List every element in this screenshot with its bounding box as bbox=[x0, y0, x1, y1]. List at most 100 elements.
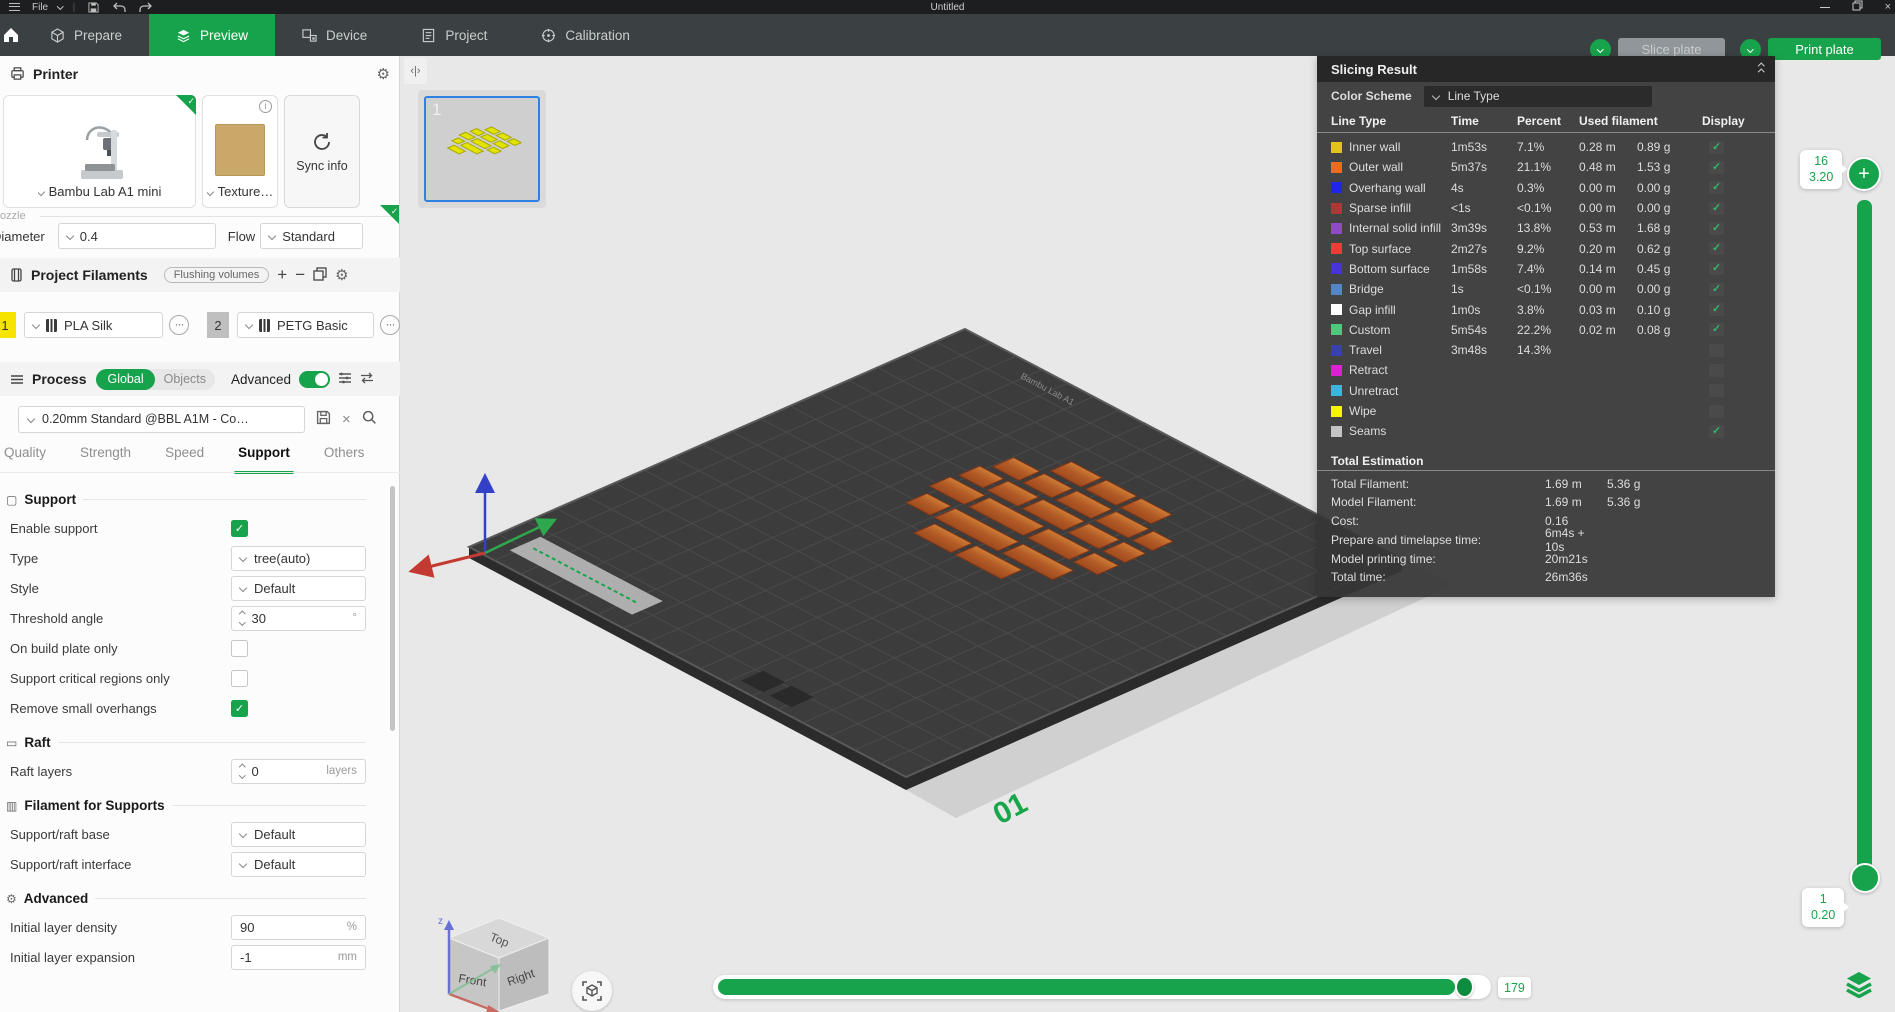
printer-select-chevron-icon[interactable] bbox=[38, 187, 45, 195]
move-slider-handle[interactable] bbox=[1455, 976, 1474, 998]
process-scope-toggle[interactable]: Global Objects bbox=[96, 369, 215, 390]
close-button[interactable]: × bbox=[1885, 1, 1891, 13]
display-checkbox[interactable]: ✓ bbox=[1709, 283, 1724, 296]
diameter-select[interactable]: 0.4 bbox=[58, 223, 216, 249]
parameter-list-icon[interactable] bbox=[338, 371, 352, 387]
home-icon[interactable] bbox=[0, 14, 23, 56]
tab-calibration[interactable]: Calibration bbox=[514, 14, 657, 56]
scope-global[interactable]: Global bbox=[96, 369, 154, 390]
clear-preset-icon[interactable]: × bbox=[342, 412, 351, 427]
tab-prepare[interactable]: Prepare bbox=[23, 14, 149, 56]
display-checkbox[interactable]: ✓ bbox=[1709, 303, 1724, 316]
settings-scrollbar[interactable] bbox=[390, 486, 395, 731]
group-raft: ▭Raft bbox=[6, 735, 366, 750]
printer-settings-gear-icon[interactable]: ⚙ bbox=[377, 65, 390, 83]
setting-row: On build plate only bbox=[10, 633, 366, 663]
display-checkbox[interactable]: ✓ bbox=[1709, 262, 1724, 275]
linetype-row: Bottom surface1m58s7.4%0.14 m0.45 g✓ bbox=[1317, 259, 1775, 279]
support-type-select[interactable]: tree(auto) bbox=[231, 546, 366, 571]
flow-select[interactable]: Standard bbox=[260, 223, 363, 249]
display-checkbox[interactable]: ✓ bbox=[1709, 323, 1724, 336]
enable-support-checkbox[interactable]: ✓ bbox=[231, 520, 248, 537]
search-preset-icon[interactable] bbox=[362, 410, 377, 428]
display-checkbox[interactable]: ✓ bbox=[1709, 141, 1724, 154]
tab-others[interactable]: Others bbox=[322, 445, 367, 471]
scope-objects[interactable]: Objects bbox=[155, 372, 215, 386]
sidebar-collapse-toggle[interactable]: ‹|› bbox=[404, 58, 427, 84]
layers-icon[interactable] bbox=[1845, 970, 1873, 1003]
plate-select-chevron-icon[interactable] bbox=[207, 187, 214, 195]
filaments-section-header: Project Filaments Flushing volumes + − ⚙ bbox=[0, 258, 400, 292]
setting-row: Remove small overhangs ✓ bbox=[10, 693, 366, 723]
display-checkbox[interactable]: ✓ bbox=[1709, 242, 1724, 255]
tab-quality[interactable]: Quality bbox=[2, 445, 48, 471]
filament-1-select[interactable]: PLA Silk bbox=[24, 312, 163, 338]
display-checkbox[interactable]: ✓ bbox=[1709, 181, 1724, 194]
tab-speed[interactable]: Speed bbox=[163, 445, 206, 471]
undo-icon[interactable] bbox=[111, 1, 127, 13]
remove-filament-button[interactable]: − bbox=[295, 265, 305, 285]
print-plate-button[interactable]: Print plate bbox=[1768, 38, 1881, 60]
filament-2-edit-icon[interactable]: ··· bbox=[380, 315, 400, 335]
plate-info-icon[interactable]: i bbox=[259, 100, 272, 113]
threshold-angle-spinner[interactable]: 30° bbox=[231, 606, 366, 631]
layer-slider-bottom-handle[interactable] bbox=[1850, 863, 1880, 893]
support-style-select[interactable]: Default bbox=[231, 576, 366, 601]
tab-strength[interactable]: Strength bbox=[78, 445, 133, 471]
sliced-objects[interactable] bbox=[872, 441, 1200, 600]
support-critical-regions-checkbox[interactable] bbox=[231, 670, 248, 687]
display-checkbox[interactable]: ✓ bbox=[1709, 161, 1724, 174]
display-checkbox[interactable]: ✓ bbox=[1709, 425, 1724, 438]
initial-layer-expansion-input[interactable]: -1mm bbox=[231, 945, 366, 970]
flushing-volumes-button[interactable]: Flushing volumes bbox=[164, 267, 270, 283]
display-checkbox[interactable] bbox=[1709, 364, 1724, 377]
display-checkbox[interactable] bbox=[1709, 405, 1724, 418]
raft-layers-spinner[interactable]: 0layers bbox=[231, 759, 366, 784]
app-menu-icon[interactable] bbox=[6, 1, 22, 13]
display-checkbox[interactable]: ✓ bbox=[1709, 202, 1724, 215]
filament-2-select[interactable]: PETG Basic bbox=[237, 312, 374, 338]
move-slider[interactable] bbox=[713, 975, 1491, 999]
tab-project[interactable]: Project bbox=[394, 14, 514, 56]
support-raft-base-select[interactable]: Default bbox=[231, 822, 366, 847]
navigation-cube[interactable]: Top Front Right z bbox=[414, 906, 554, 1012]
reset-view-button[interactable] bbox=[572, 971, 612, 1011]
tab-support[interactable]: Support bbox=[236, 445, 292, 471]
save-icon[interactable] bbox=[85, 1, 101, 13]
filament-settings-gear-icon[interactable]: ⚙ bbox=[335, 266, 348, 284]
tab-device[interactable]: Device bbox=[275, 14, 394, 56]
layer-range-slider[interactable] bbox=[1857, 200, 1872, 880]
tab-preview[interactable]: Preview bbox=[149, 14, 275, 56]
initial-layer-density-input[interactable]: 90% bbox=[231, 915, 366, 940]
build-plate[interactable] bbox=[469, 329, 1402, 777]
linetype-swatch bbox=[1331, 263, 1342, 274]
duplicate-filament-icon[interactable] bbox=[313, 267, 327, 284]
save-preset-icon[interactable] bbox=[316, 410, 331, 428]
add-filament-button[interactable]: + bbox=[277, 265, 287, 285]
plate-image bbox=[215, 124, 265, 176]
advanced-toggle[interactable] bbox=[299, 371, 330, 388]
compare-presets-icon[interactable] bbox=[360, 371, 374, 387]
move-slider-fill bbox=[718, 979, 1455, 995]
display-checkbox[interactable] bbox=[1709, 384, 1724, 397]
filament-1-edit-icon[interactable]: ··· bbox=[169, 315, 189, 335]
restore-button[interactable] bbox=[1852, 0, 1863, 14]
display-checkbox[interactable]: ✓ bbox=[1709, 222, 1724, 235]
plate-thumbnail[interactable]: 1 bbox=[418, 90, 546, 208]
minimize-button[interactable] bbox=[1820, 7, 1830, 8]
file-menu-chevron-icon[interactable] bbox=[57, 3, 63, 9]
layer-slider-top-handle[interactable]: + bbox=[1847, 157, 1881, 191]
support-raft-interface-select[interactable]: Default bbox=[231, 852, 366, 877]
display-checkbox[interactable] bbox=[1709, 344, 1724, 357]
process-preset-select[interactable]: 0.20mm Standard @BBL A1M - Co… bbox=[18, 406, 305, 433]
on-build-plate-only-checkbox[interactable] bbox=[231, 640, 248, 657]
color-scheme-select[interactable]: Line Type bbox=[1424, 86, 1652, 107]
sync-info-button[interactable]: Sync info bbox=[284, 95, 360, 208]
redo-icon[interactable] bbox=[137, 1, 153, 13]
file-menu[interactable]: File bbox=[32, 2, 48, 13]
printer-card[interactable]: Bambu Lab A1 mini ✓ bbox=[3, 95, 196, 208]
remove-small-overhangs-checkbox[interactable]: ✓ bbox=[231, 700, 248, 717]
panel-collapse-icon[interactable] bbox=[1759, 64, 1764, 74]
plate-edge-text: Bambu Lab A1 bbox=[1019, 371, 1076, 407]
plate-type-card[interactable]: i Texture… bbox=[202, 95, 278, 208]
